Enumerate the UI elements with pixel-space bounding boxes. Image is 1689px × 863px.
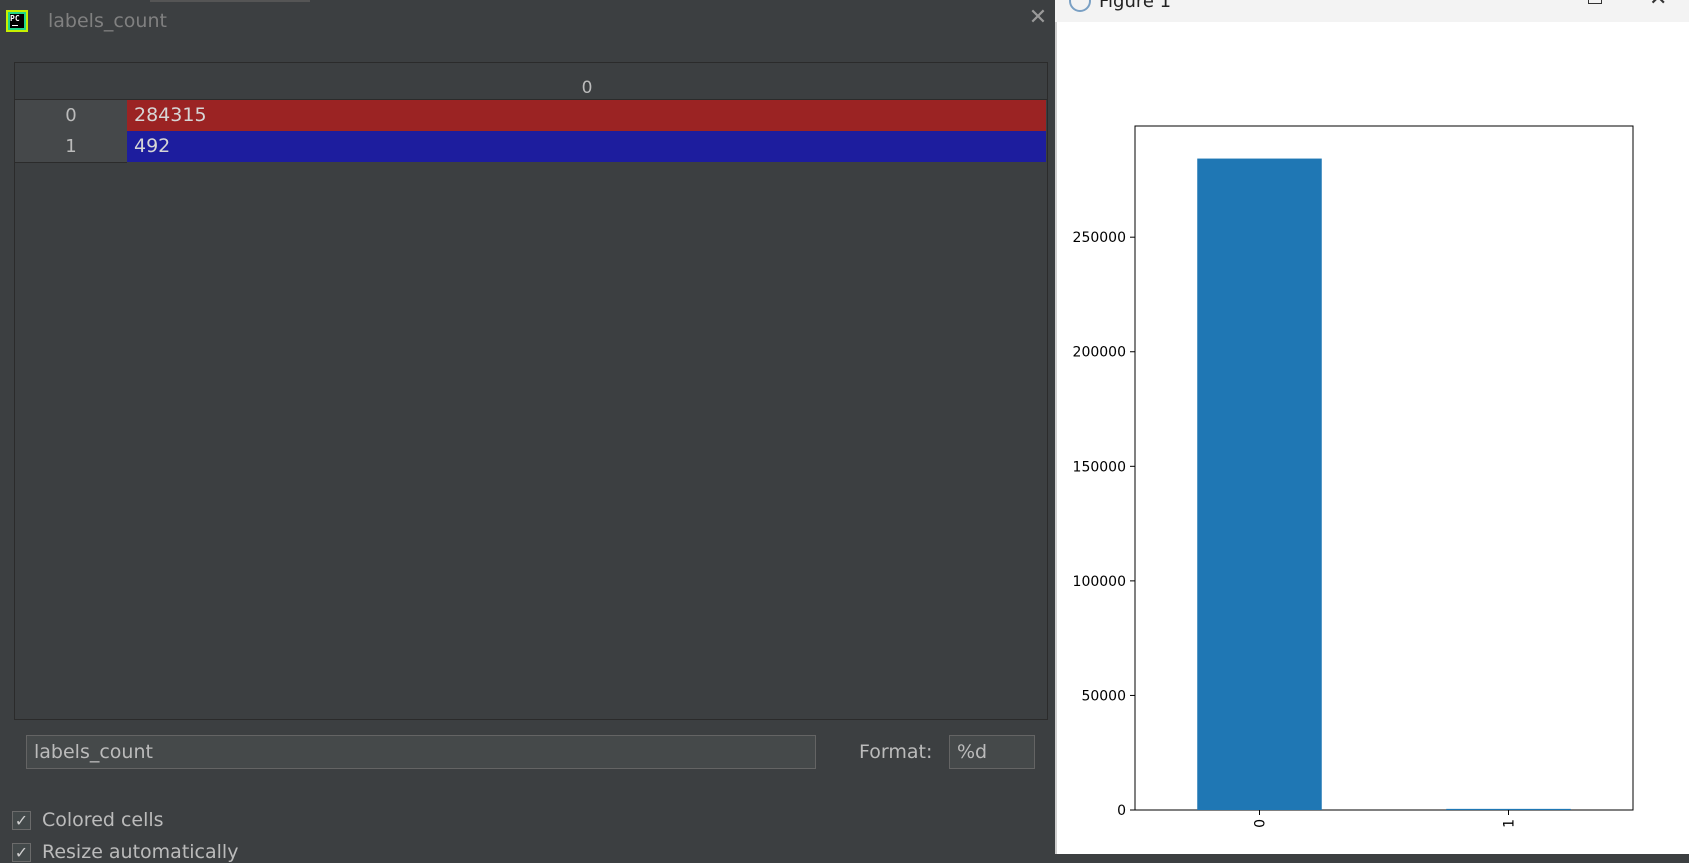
bar [1197,158,1322,811]
resize-automatically-label: Resize automatically [42,841,239,863]
table-row[interactable]: 0 284315 [15,100,1047,132]
data-table: 0 0 284315 1 492 [14,62,1048,720]
table-row[interactable]: 1 492 [15,131,1047,163]
table-header: 0 [15,63,1047,100]
resize-automatically-checkbox[interactable]: ✓ [12,843,31,862]
bar-chart: 0 1 0 50000 100000 150000 200000 250000 [1073,125,1634,828]
dialog-title: labels_count [48,10,167,32]
x-tick-label: 1 [1502,819,1518,828]
close-icon[interactable]: ✕ [1028,7,1048,29]
y-tick-label: 200000 [1073,345,1126,361]
pycharm-icon: PC [6,10,28,32]
colored-cells-label: Colored cells [42,809,164,831]
y-tick-label: 50000 [1081,688,1126,704]
format-label: Format: [859,741,933,763]
format-input[interactable]: %d [949,735,1035,769]
expression-input[interactable]: labels_count [26,735,816,769]
colored-cells-checkbox[interactable]: ✓ [12,811,31,830]
x-tick-label: 0 [1253,819,1269,828]
row-index: 0 [15,100,127,132]
figure-window: Figure 1 ✕ 01050000100000150000200000250… [1055,0,1689,854]
y-tick-label: 100000 [1073,574,1126,590]
data-viewer-dialog: PC labels_count ✕ 0 0 284315 1 492 label… [0,0,1054,863]
app-icon-text: PC [10,14,20,23]
column-header-0[interactable]: 0 [127,63,1047,99]
table-cell[interactable]: 492 [127,131,1046,162]
y-tick-label: 150000 [1073,459,1126,475]
dialog-title-bar: PC labels_count ✕ [0,0,1054,44]
row-index: 1 [15,131,127,163]
bar [1446,808,1571,810]
y-tick-label: 250000 [1073,230,1126,246]
y-tick-label: 0 [1117,803,1126,819]
table-cell[interactable]: 284315 [127,100,1046,131]
